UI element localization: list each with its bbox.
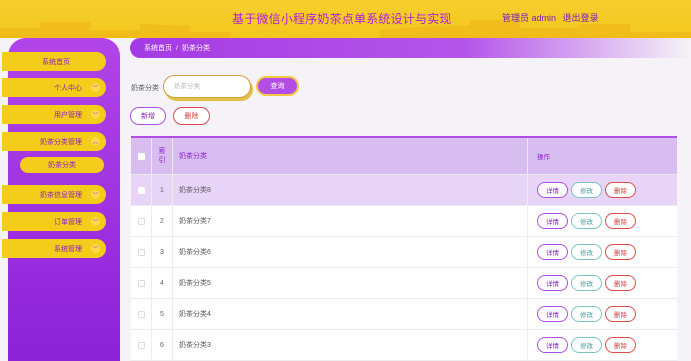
row-index: 4 <box>152 268 173 298</box>
row-name: 奶茶分类3 <box>173 330 528 360</box>
chevron-down-icon: ﹀ <box>91 244 100 253</box>
search-button[interactable]: 查询 <box>256 76 299 96</box>
chevron-down-icon: ﹀ <box>91 217 100 226</box>
detail-button[interactable]: 详情 <box>537 213 568 229</box>
column-header-name: 奶茶分类 <box>173 138 528 174</box>
table-row: 1 奶茶分类8 详情 修改 删除 <box>131 175 677 206</box>
row-index: 5 <box>152 299 173 329</box>
detail-button[interactable]: 详情 <box>537 306 568 322</box>
category-table: 索 引 奶茶分类 操作 1 奶茶分类8 详情 修改 删除 2 奶茶分类7 详情 … <box>131 136 677 361</box>
top-header: 基于微信小程序奶茶点单系统设计与实现 管理员 admin 退出登录 <box>0 0 691 38</box>
sidebar-item-label: 用户管理 <box>54 111 82 119</box>
sidebar-subitem-category[interactable]: 奶茶分类 <box>20 157 104 173</box>
sidebar-item-system-management[interactable]: 系统管理 ﹀ <box>2 239 106 258</box>
breadcrumb-home[interactable]: 系统首页 <box>144 43 172 53</box>
row-checkbox-cell <box>131 237 152 267</box>
detail-button[interactable]: 详情 <box>537 337 568 353</box>
breadcrumb-current: 奶茶分类 <box>181 45 210 52</box>
edit-button[interactable]: 修改 <box>571 244 602 260</box>
column-header-ops: 操作 <box>537 154 550 161</box>
sidebar-item-category-management[interactable]: 奶茶分类管理 ︿ <box>2 132 106 151</box>
search-label: 奶茶分类 <box>131 85 159 92</box>
sidebar-item-order-management[interactable]: 订单管理 ﹀ <box>2 212 106 231</box>
row-checkbox[interactable] <box>137 279 145 287</box>
row-name: 奶茶分类4 <box>173 299 528 329</box>
column-header-index-line1: 索 <box>158 148 166 155</box>
search-input[interactable] <box>163 75 251 98</box>
edit-button[interactable]: 修改 <box>571 337 602 353</box>
breadcrumb-separator: / <box>176 44 178 52</box>
table-row: 3 奶茶分类6 详情 修改 删除 <box>131 237 677 268</box>
delete-button[interactable]: 删除 <box>605 306 636 322</box>
row-actions: 详情 修改 删除 <box>528 299 677 329</box>
current-user-label: 管理员 admin <box>502 13 557 23</box>
row-actions: 详情 修改 删除 <box>528 268 677 298</box>
edit-button[interactable]: 修改 <box>571 213 602 229</box>
sidebar-item-label: 个人中心 <box>54 84 82 92</box>
sidebar-item-home[interactable]: 系统首页 <box>2 52 106 71</box>
row-name: 奶茶分类7 <box>173 206 528 236</box>
table-row: 6 奶茶分类3 详情 修改 删除 <box>131 330 677 361</box>
select-all-checkbox[interactable] <box>137 152 145 160</box>
row-checkbox-cell <box>131 175 152 205</box>
sidebar-item-label: 系统管理 <box>54 245 82 253</box>
sidebar-item-user-management[interactable]: 用户管理 ﹀ <box>2 105 106 124</box>
edit-button[interactable]: 修改 <box>571 182 602 198</box>
row-actions: 详情 修改 删除 <box>528 175 677 205</box>
logout-link[interactable]: 退出登录 <box>563 13 599 23</box>
row-index: 6 <box>152 330 173 360</box>
row-checkbox-cell <box>131 299 152 329</box>
breadcrumb: 系统首页 / 奶茶分类 <box>130 38 691 58</box>
sidebar-item-tea-info-management[interactable]: 奶茶信息管理 ﹀ <box>2 185 106 204</box>
user-area: 管理员 admin 退出登录 <box>502 11 599 24</box>
column-header-index-line2: 引 <box>158 157 166 164</box>
row-index: 1 <box>152 175 173 205</box>
table-row: 4 奶茶分类5 详情 修改 删除 <box>131 268 677 299</box>
delete-button[interactable]: 删除 <box>605 213 636 229</box>
batch-delete-button[interactable]: 删除 <box>173 107 210 125</box>
delete-button[interactable]: 删除 <box>605 275 636 291</box>
row-index: 3 <box>152 237 173 267</box>
row-index: 2 <box>152 206 173 236</box>
chevron-up-icon: ︿ <box>91 137 100 146</box>
chevron-down-icon: ﹀ <box>91 110 100 119</box>
chevron-down-icon: ﹀ <box>91 190 100 199</box>
table-row: 5 奶茶分类4 详情 修改 删除 <box>131 299 677 330</box>
row-name: 奶茶分类5 <box>173 268 528 298</box>
detail-button[interactable]: 详情 <box>537 182 568 198</box>
edit-button[interactable]: 修改 <box>571 275 602 291</box>
sidebar-item-label: 奶茶信息管理 <box>40 191 82 199</box>
row-checkbox-cell <box>131 206 152 236</box>
detail-button[interactable]: 详情 <box>537 275 568 291</box>
sidebar-item-label: 奶茶分类管理 <box>40 138 82 146</box>
edit-button[interactable]: 修改 <box>571 306 602 322</box>
delete-button[interactable]: 删除 <box>605 182 636 198</box>
row-checkbox[interactable] <box>137 217 145 225</box>
row-name: 奶茶分类6 <box>173 237 528 267</box>
chevron-down-icon: ﹀ <box>91 83 100 92</box>
row-name: 奶茶分类8 <box>173 175 528 205</box>
table-row: 2 奶茶分类7 详情 修改 删除 <box>131 206 677 237</box>
sidebar-item-label: 订单管理 <box>54 218 82 226</box>
sidebar: 系统首页 个人中心 ﹀ 用户管理 ﹀ 奶茶分类管理 ︿ 奶茶分类 奶茶信息管理 … <box>2 38 120 361</box>
app-title: 基于微信小程序奶茶点单系统设计与实现 <box>232 12 452 26</box>
detail-button[interactable]: 详情 <box>537 244 568 260</box>
sidebar-item-label: 系统首页 <box>42 58 70 66</box>
add-button[interactable]: 新增 <box>130 107 166 125</box>
row-checkbox[interactable] <box>137 310 145 318</box>
header-checkbox-cell <box>131 138 152 174</box>
column-header-index: 索 引 <box>152 138 173 174</box>
row-actions: 详情 修改 删除 <box>528 330 677 360</box>
delete-button[interactable]: 删除 <box>605 244 636 260</box>
row-checkbox-cell <box>131 268 152 298</box>
row-checkbox[interactable] <box>137 248 145 256</box>
row-checkbox-cell <box>131 330 152 360</box>
sidebar-item-personal-center[interactable]: 个人中心 ﹀ <box>2 78 106 97</box>
row-actions: 详情 修改 删除 <box>528 206 677 236</box>
table-header-row: 索 引 奶茶分类 操作 <box>131 138 677 175</box>
row-checkbox[interactable] <box>137 186 145 194</box>
row-actions: 详情 修改 删除 <box>528 237 677 267</box>
row-checkbox[interactable] <box>137 341 145 349</box>
delete-button[interactable]: 删除 <box>605 337 636 353</box>
